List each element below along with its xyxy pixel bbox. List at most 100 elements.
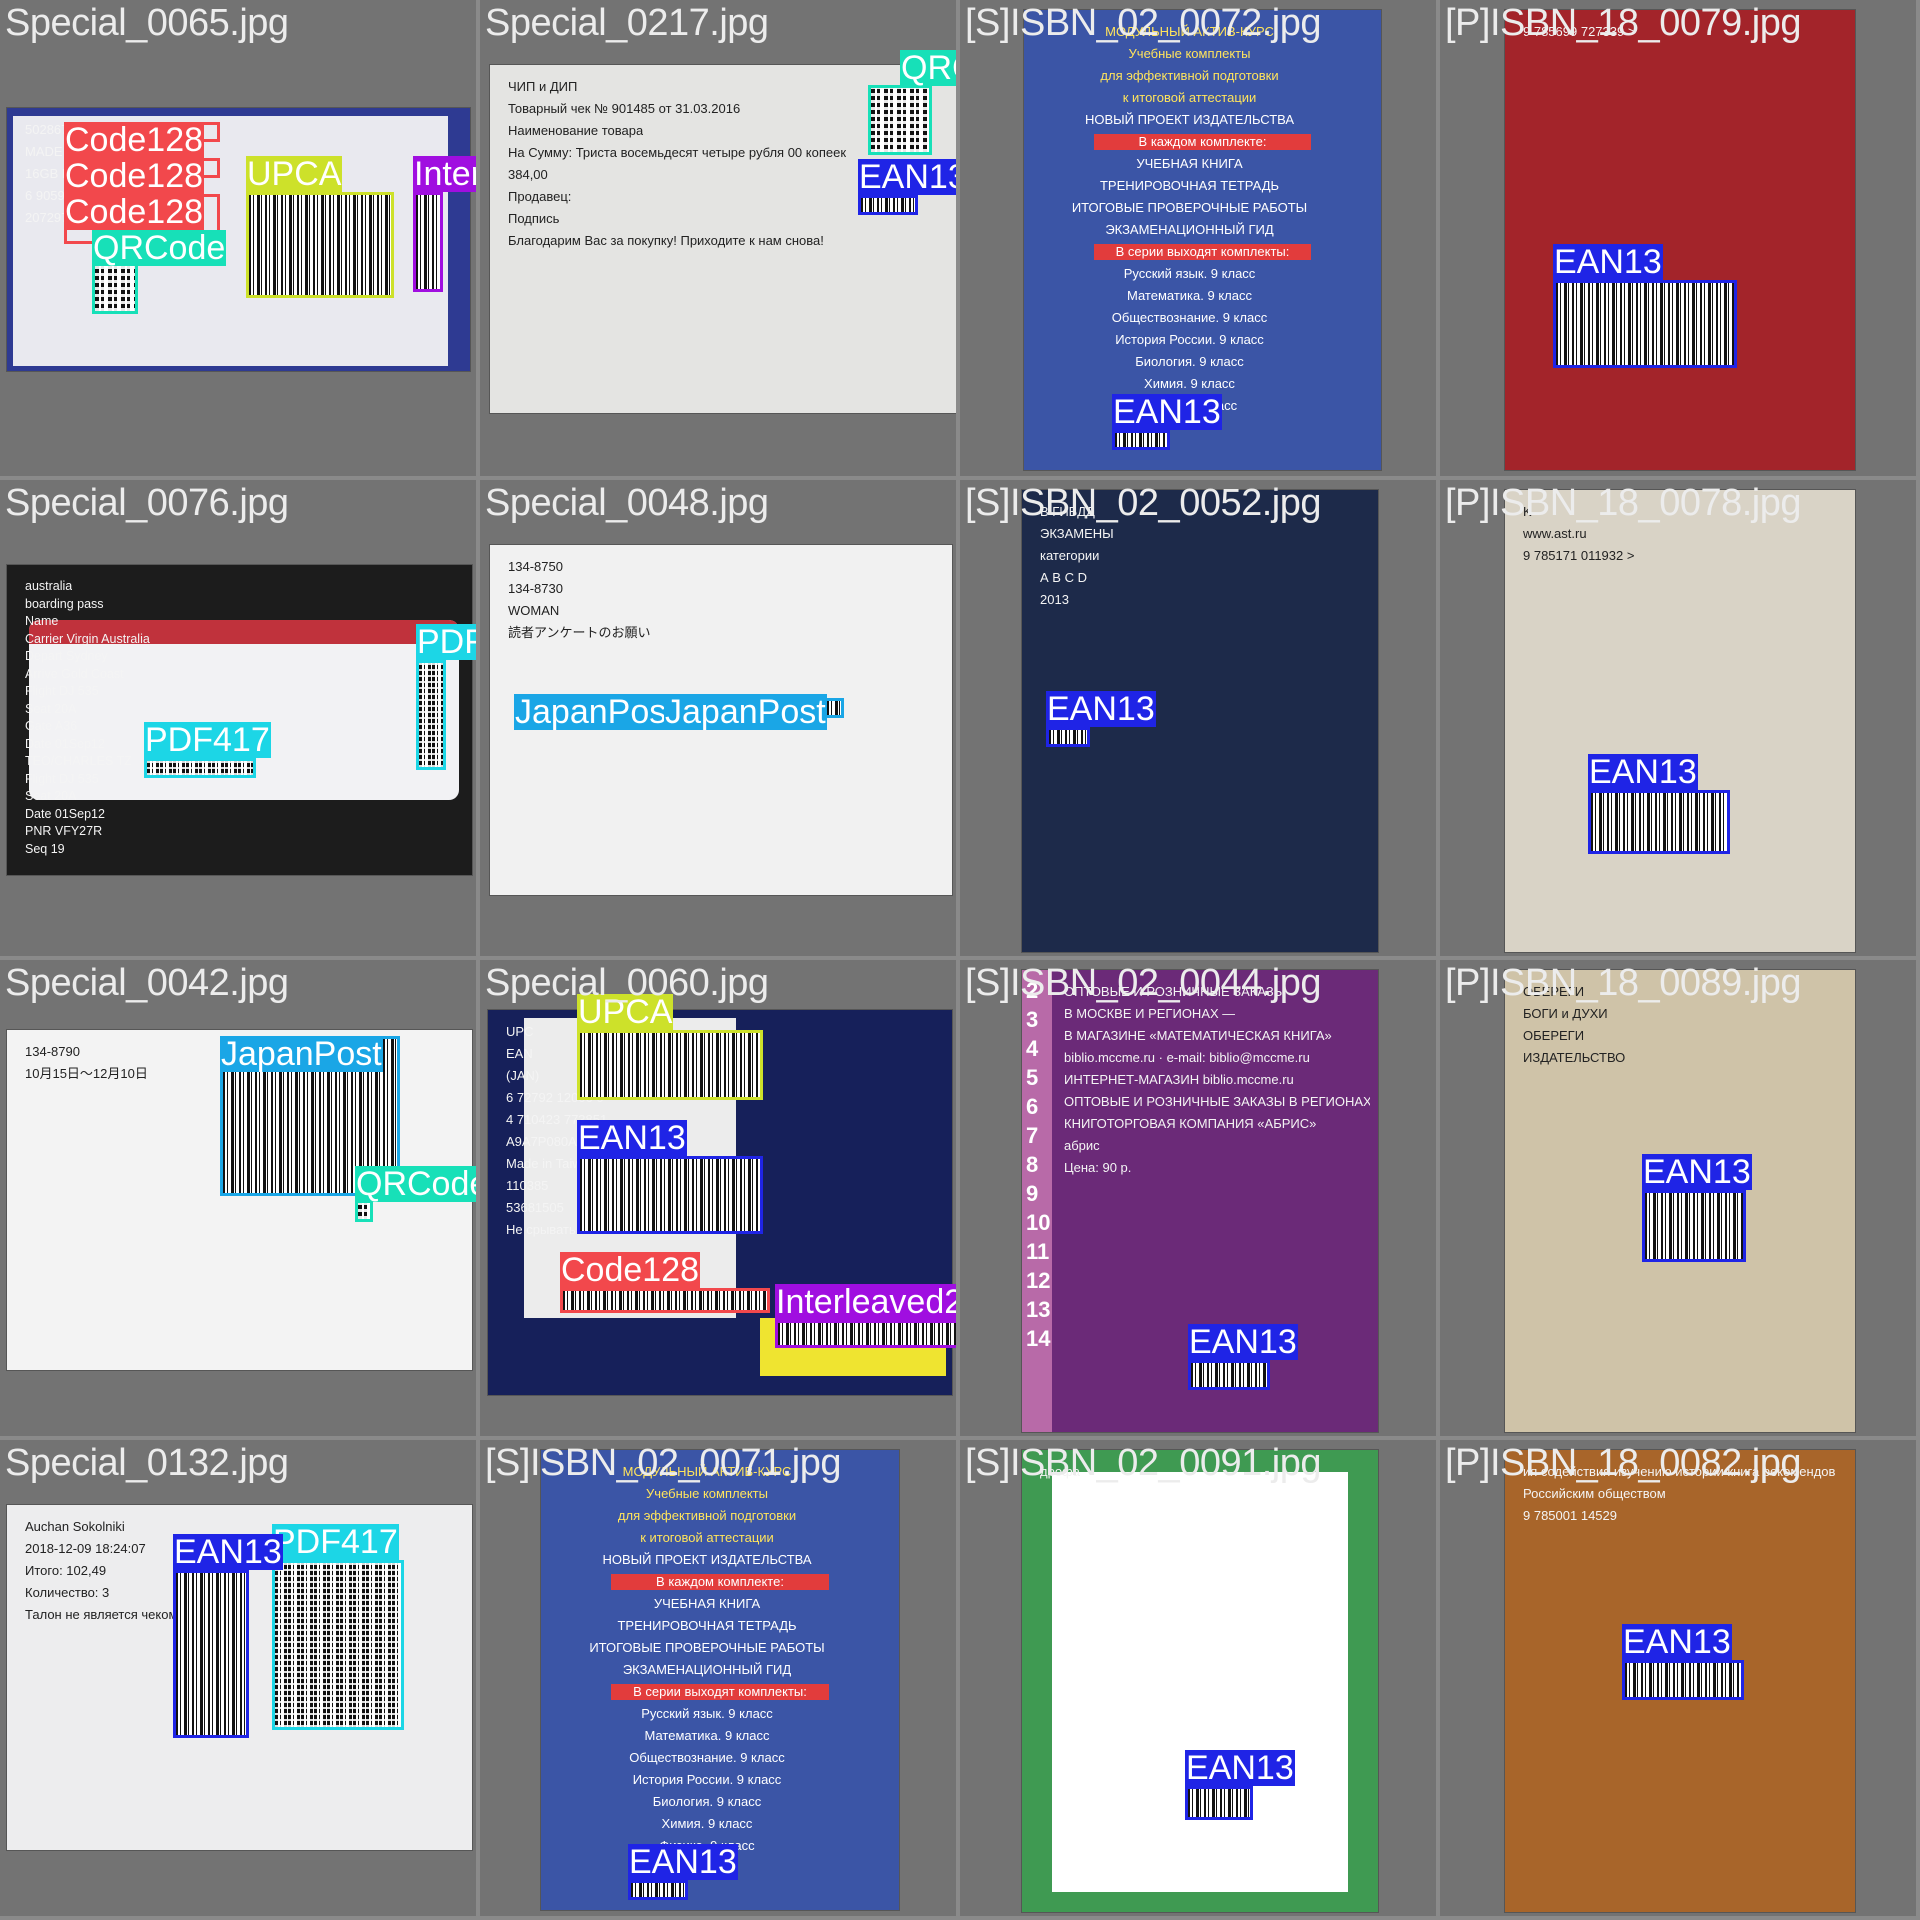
grid-cell[interactable]: МОДУЛЬНЫЙ АКТИВ-КУРС Учебные комплекты для… xyxy=(960,0,1436,476)
detection-box[interactable] xyxy=(577,1156,763,1234)
ruler-number: 4 xyxy=(1026,1036,1039,1061)
image-text: КНИГОТОРГОВАЯ КОМПАНИЯ «АБРИС» xyxy=(1064,1116,1317,1131)
image-text: Date 01Sep12 xyxy=(25,736,105,751)
grid-cell[interactable]: 9 785699 727339 > [P]ISBN_18_0079.jpg EAN1… xyxy=(1440,0,1916,476)
image-text: В каждом комплекте: xyxy=(611,1574,829,1591)
image-text: ЭКЗАМЕНАЦИОННЫЙ ГИД xyxy=(622,1662,792,1677)
image-filename: [S]ISBN_02_0072.jpg xyxy=(965,2,1322,44)
image-text: Товарный чек № 901485 от 31.03.2016 xyxy=(508,101,741,116)
detection-box[interactable] xyxy=(775,1320,956,1348)
detection-box[interactable] xyxy=(628,1880,688,1900)
image-filename: Special_0065.jpg xyxy=(5,2,289,44)
detection-label: QRCode xyxy=(900,50,956,86)
image-text: Продавец: xyxy=(508,189,572,204)
image-text: Благодарим Вас за покупку! Приходите к н… xyxy=(508,233,824,248)
image-text: к итоговой аттестации xyxy=(1122,90,1257,105)
image-text: Обществознание. 9 класс xyxy=(1111,310,1268,325)
detection-label: Code128 xyxy=(64,157,205,195)
image-text: boarding pass xyxy=(25,596,104,611)
grid-cell[interactable]: МОДУЛЬНЫЙ АКТИВ-КУРС Учебные комплекты для… xyxy=(480,1440,956,1916)
image-text: категории xyxy=(1040,548,1100,563)
detection-box[interactable] xyxy=(272,1560,404,1730)
detection-box[interactable] xyxy=(413,192,443,292)
detection-label: JapanPost xyxy=(220,1035,383,1073)
image-text: ИТОГОВЫЕ ПРОВЕРОЧНЫЕ РАБОТЫ xyxy=(589,1640,825,1655)
image-text: ЧИП и ДИП xyxy=(508,79,578,94)
detection-label: EAN13 xyxy=(1622,1623,1732,1661)
image-text: Химия. 9 класс xyxy=(661,1816,753,1831)
image-text: 134-8730 xyxy=(508,581,563,596)
grid-cell[interactable]: australia boarding pass Name Carrier Virgin… xyxy=(0,480,476,956)
grid-cell[interactable]: 134-8790 10月15日～12月10日 Special_0042.jpg Jap… xyxy=(0,960,476,1436)
detection-label: JapanPost xyxy=(664,693,827,731)
image-text: 10月15日～12月10日 xyxy=(25,1066,148,1081)
detection-box[interactable] xyxy=(355,1200,373,1222)
detection-box[interactable] xyxy=(173,1570,249,1738)
detection-label: QRCode xyxy=(355,1166,476,1202)
image-text: абрис xyxy=(1064,1138,1100,1153)
image-text: Биология. 9 класс xyxy=(1135,354,1244,369)
detection-box[interactable] xyxy=(1642,1190,1746,1262)
grid-cell[interactable]: ия содействия изучению истории книга рек… xyxy=(1440,1440,1916,1916)
image-text: Количество: 3 xyxy=(25,1585,110,1600)
detection-box[interactable] xyxy=(1185,1786,1253,1820)
grid-cell[interactable]: 134-8750 134-8730 WOMAN 読者アンケートのお願い Special_… xyxy=(480,480,956,956)
detection-box[interactable] xyxy=(144,758,256,778)
grid-cell[interactable]: ОБЕРЕГИ БОГИ и ДУХИ ОБЕРЕГИ ИЗДАТЕЛЬСТВО [P]… xyxy=(1440,960,1916,1436)
image-text: Математика. 9 класс xyxy=(1127,288,1252,303)
ruler-number: 14 xyxy=(1026,1326,1051,1351)
grid-cell[interactable]: Auchan Sokolniki 2018-12-09 18:24:07 Итого… xyxy=(0,1440,476,1916)
detection-box[interactable] xyxy=(858,195,918,215)
detection-box[interactable] xyxy=(1588,790,1730,854)
detection-box[interactable] xyxy=(868,85,932,155)
detection-label: Interleaved25 xyxy=(775,1284,956,1320)
image-text: Seq 19 xyxy=(25,841,65,856)
image-text: Итого: 102,49 xyxy=(25,1563,107,1578)
detection-label: EAN13 xyxy=(577,1119,687,1157)
detection-box[interactable] xyxy=(560,1288,770,1313)
grid-cell[interactable]: 2 3 4 5 6 7 8 9 10 11 12 13 14 ОПТОВЫЕ И РОЗНИЧНЫЕ ЗА… xyxy=(960,960,1436,1436)
image-text: Name xyxy=(25,614,59,628)
image-text: На Сумму: Триста восемьдесят четыре рубл… xyxy=(508,145,847,160)
grid-cell[interactable]: В ГИБДД ЭКЗАМЕНЫ категории А В С D 2013 [S]IS… xyxy=(960,480,1436,956)
detection-box[interactable] xyxy=(1553,280,1737,368)
ruler-number: 6 xyxy=(1026,1094,1039,1119)
image-text: Талон не является чеком xyxy=(25,1607,178,1622)
ruler-number: 8 xyxy=(1026,1152,1039,1177)
image-text: Российским обществом xyxy=(1523,1486,1666,1501)
detection-box[interactable] xyxy=(577,1030,763,1100)
detection-box[interactable] xyxy=(1046,727,1090,747)
detection-box[interactable] xyxy=(246,192,394,298)
grid-cell[interactable]: UPC EAN (JAN) 6 72792 12006 04 710423 77385… xyxy=(480,960,956,1436)
image-text: НОВЫЙ ПРОЕКТ ИЗДАТЕЛЬСТВА xyxy=(602,1552,812,1567)
image-text: для эффективной подготовки xyxy=(617,1508,797,1523)
image-text: biblio.mccme.ru · e-mail: biblio@mccme.r… xyxy=(1064,1050,1310,1065)
detection-box[interactable] xyxy=(1622,1660,1744,1700)
grid-cell[interactable]: ЧИП и ДИП Товарный чек № 901485 от 31.03.… xyxy=(480,0,956,476)
ruler-number: 9 xyxy=(1026,1181,1039,1206)
image-text: Биология. 9 класс xyxy=(652,1794,762,1809)
detection-label: Code128 xyxy=(64,121,205,159)
detection-label: EAN13 xyxy=(1185,1749,1295,1787)
grid-cell[interactable]: 502867MADE IN CHINA16GB EU6 90590 02867 … xyxy=(0,0,476,476)
grid-cell[interactable]: дрофа [S]ISBN_02_0091.jpg EAN13 xyxy=(960,1440,1436,1916)
image-text: 2013 xyxy=(1040,592,1069,607)
detection-box[interactable] xyxy=(1188,1360,1270,1390)
image-text: 9 785001 14529 xyxy=(1523,1508,1617,1523)
image-text: ТРЕНИРОВОЧНАЯ ТЕТРАДЬ xyxy=(617,1618,797,1633)
image-filename: [P]ISBN_18_0079.jpg xyxy=(1445,2,1802,44)
sample-image: australia boarding pass Name Carrier Virgin… xyxy=(7,565,472,875)
image-text: История России. 9 класс xyxy=(1115,332,1264,347)
image-text: Русский язык. 9 класс xyxy=(1123,266,1256,281)
detection-box[interactable] xyxy=(416,660,446,770)
image-text: 384,00 xyxy=(508,167,548,182)
grid-cell[interactable]: Kwww.ast.ru 9 785171 011932 > [P]ISBN_18_0… xyxy=(1440,480,1916,956)
image-text: В МОСКВЕ И РЕГИОНАХ — xyxy=(1064,1006,1236,1021)
image-text: Химия. 9 класс xyxy=(1144,376,1235,391)
ruler-number: 11 xyxy=(1026,1239,1050,1264)
image-text: ИТОГОВЫЕ ПРОВЕРОЧНЫЕ РАБОТЫ xyxy=(1071,200,1308,215)
image-text: 110385 xyxy=(506,1178,549,1193)
detection-box[interactable] xyxy=(1112,430,1170,450)
image-text: Цена: 90 р. xyxy=(1064,1160,1132,1175)
image-text: НОВЫЙ ПРОЕКТ ИЗДАТЕЛЬСТВА xyxy=(1084,112,1295,127)
